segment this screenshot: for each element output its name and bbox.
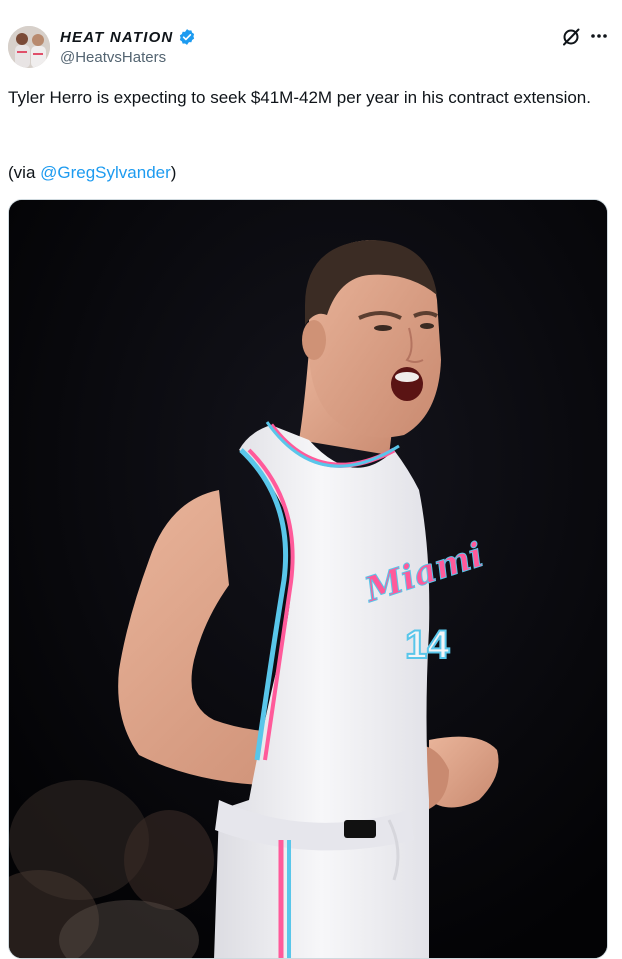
tweet-text: Tyler Herro is expecting to seek $41M-42…	[8, 88, 591, 107]
via-mention-link[interactable]: @GregSylvander	[40, 163, 171, 182]
more-options-icon[interactable]	[588, 25, 610, 47]
author-display-name[interactable]: HEAT NATION	[60, 29, 173, 46]
player-photo: Miami 14	[9, 200, 607, 958]
verified-badge-icon	[180, 29, 195, 45]
via-suffix: )	[170, 163, 177, 182]
tweet-media-photo[interactable]: Miami 14	[8, 199, 608, 959]
more-options-dots	[591, 34, 607, 38]
avatar[interactable]	[8, 26, 50, 68]
via-prefix: (via	[8, 163, 41, 182]
author-name-row[interactable]: HEAT NATION	[60, 27, 196, 47]
author-handle[interactable]: @HeatvsHaters	[60, 49, 166, 66]
avatar-image	[8, 26, 50, 68]
grok-icon[interactable]	[561, 27, 581, 47]
jersey-number: 14	[405, 623, 450, 667]
tweet-via-line: (via @GregSylvander)	[8, 160, 176, 186]
